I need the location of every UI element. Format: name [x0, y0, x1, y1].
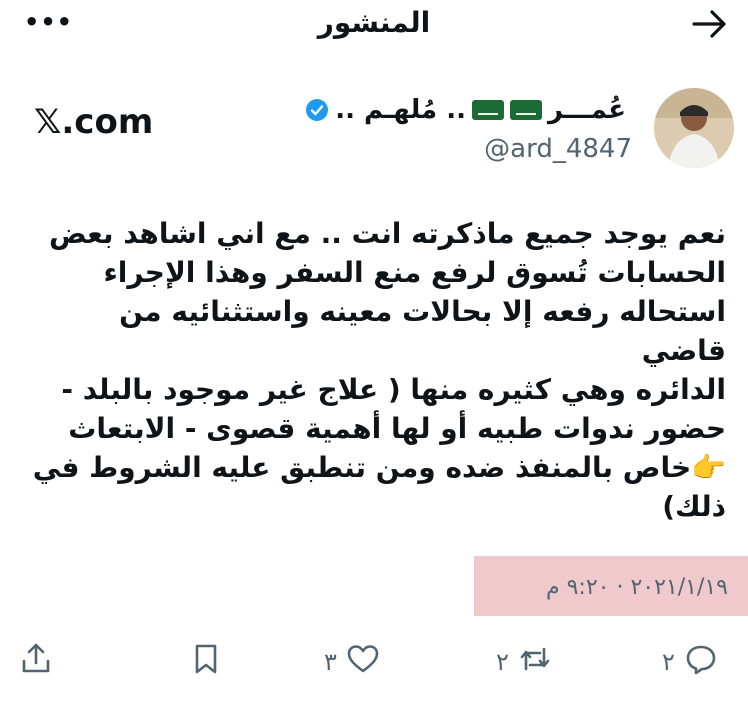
more-options-icon[interactable]: ••• — [24, 8, 73, 36]
reply-icon — [683, 641, 719, 683]
tweet-line: حضور ندوات طبيه أو لها أهمية قصوى - الاب… — [68, 412, 726, 445]
author-name-part1: عُمـــر — [547, 95, 626, 125]
back-arrow-icon[interactable] — [690, 6, 730, 42]
author-handle[interactable]: @ard_4847 — [484, 134, 632, 164]
tweet-line: ذلك) — [662, 490, 726, 523]
retweet-count: ٢ — [496, 648, 509, 676]
verified-badge-icon — [305, 98, 329, 122]
retweet-button[interactable]: ٢ — [496, 640, 553, 684]
tweet-line: 👉خاص بالمنفذ ضده ومن تنطبق عليه الشروط ف… — [32, 451, 726, 484]
reply-count: ٢ — [662, 648, 675, 676]
author-name-part2: .. مُلهـم .. — [335, 95, 466, 125]
page-title: المنشور — [317, 6, 431, 39]
saudi-flag-icon — [471, 100, 504, 120]
author-name[interactable]: عُمـــر .. مُلهـم .. — [305, 95, 626, 125]
share-icon — [18, 641, 54, 683]
like-count: ٣ — [324, 648, 337, 676]
x-logo: 𝕏.com — [34, 102, 154, 142]
tweet-timestamp[interactable]: ٢٠٢١/١/١٩ · ٩:٢٠ م — [490, 575, 728, 600]
retweet-icon — [517, 641, 553, 683]
reply-button[interactable]: ٢ — [662, 640, 719, 684]
tweet-line: استحاله رفعه إلا بحالات معينه واستثنائيه… — [119, 295, 726, 367]
share-button[interactable] — [18, 640, 54, 684]
saudi-flag-icon — [509, 100, 542, 120]
tweet-line: الدائره وهي كثيره منها ( علاج غير موجود … — [61, 373, 726, 406]
avatar[interactable] — [654, 88, 734, 168]
heart-icon — [345, 641, 381, 683]
tweet-line: الحسابات تُسوق لرفع منع السفر وهذا الإجر… — [103, 256, 726, 289]
tweet-line: نعم يوجد جميع ماذكرته انت .. مع اني اشاه… — [48, 217, 726, 250]
like-button[interactable]: ٣ — [324, 640, 381, 684]
bookmark-button[interactable] — [188, 640, 224, 684]
bookmark-icon — [188, 641, 224, 683]
tweet-text: نعم يوجد جميع ماذكرته انت .. مع اني اشاه… — [30, 214, 726, 526]
